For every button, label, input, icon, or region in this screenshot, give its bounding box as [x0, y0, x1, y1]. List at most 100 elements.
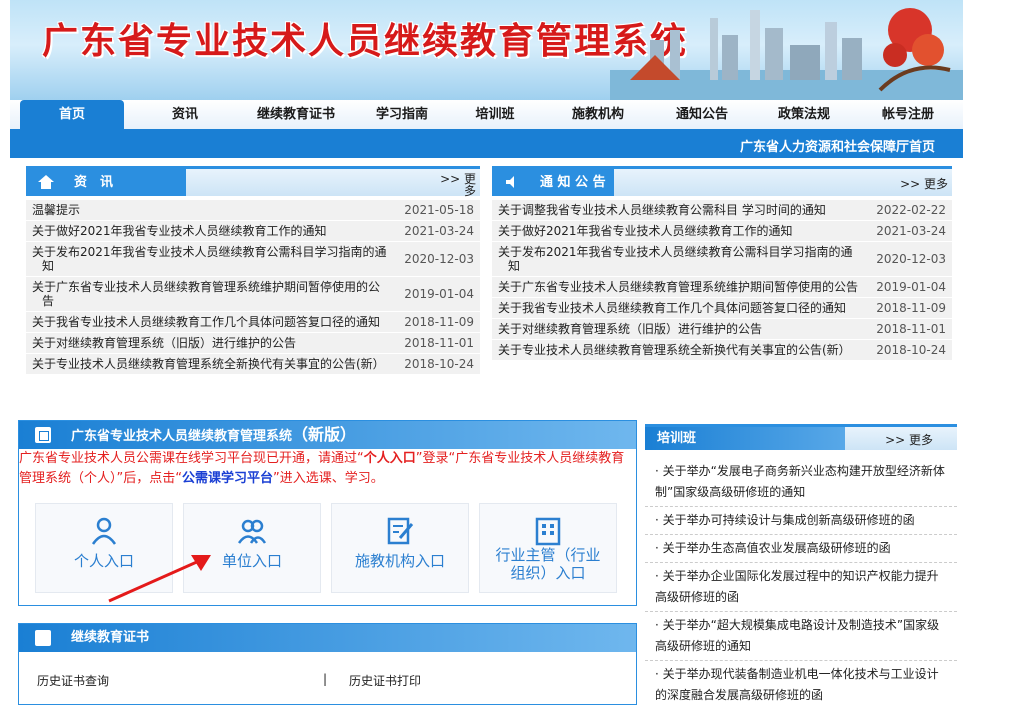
- news-title[interactable]: 关于对继续教育管理系统（旧版）进行维护的公告: [32, 336, 390, 350]
- training-panel: 培训班 >> 更多 · 关于举办“发展电子商务新兴业态构建开放型经济新体制”国家…: [645, 424, 957, 705]
- notices-panel: 通 知 公 告 >> 更多 关于调整我省专业技术人员继续教育公需科目 学习时间的…: [492, 166, 952, 410]
- site-title: 广东省专业技术人员继续教育管理系统: [42, 20, 689, 62]
- news-row[interactable]: 关于做好2021年我省专业技术人员继续教育工作的通知 2021-03-24: [26, 221, 480, 242]
- news-title[interactable]: 关于我省专业技术人员继续教育工作几个具体问题答复口径的通知: [32, 315, 390, 329]
- notice-date: 2020-12-03: [876, 252, 946, 266]
- training-item[interactable]: · 关于举办企业国际化发展过程中的知识产权能力提升高级研修班的函: [645, 563, 957, 612]
- cert-query-link[interactable]: 历史证书查询: [37, 672, 109, 689]
- nav-item-institutions[interactable]: 施教机构: [558, 100, 638, 129]
- notices-more-link[interactable]: >> 更多: [900, 178, 948, 190]
- news-panel-header: 资 讯 >> 更多: [26, 166, 480, 197]
- hrss-home-link[interactable]: 广东省人力资源和社会保障厅首页: [740, 136, 935, 155]
- notice-row[interactable]: 关于对继续教育管理系统（旧版）进行维护的公告 2018-11-01: [492, 319, 952, 340]
- nav-item-news[interactable]: 资讯: [150, 100, 220, 129]
- news-title[interactable]: 关于发布2021年我省专业技术人员继续教育公需科目学习指南的通知: [32, 245, 390, 273]
- notice-row[interactable]: 关于广东省专业技术人员继续教育管理系统维护期间暂停使用的公告 2019-01-04: [492, 277, 952, 298]
- notices-panel-title: 通 知 公 告: [540, 175, 606, 190]
- person-icon: [91, 517, 117, 545]
- system-box-header: 广东省专业技术人员继续教育管理系统（新版）: [19, 421, 636, 449]
- news-date: 2019-01-04: [404, 287, 474, 301]
- notice-row[interactable]: 关于做好2021年我省专业技术人员继续教育工作的通知 2021-03-24: [492, 221, 952, 242]
- news-panel: 资 讯 >> 更多 温馨提示 2021-05-18 关于做好2021年我省专业技术人…: [26, 166, 480, 410]
- notices-panel-header: 通 知 公 告 >> 更多: [492, 166, 952, 196]
- desc-personal-entry: 个人入口: [363, 451, 416, 466]
- desc-text-1: 广东省专业技术人员公需课在线学习平台现已开通，请通过“: [19, 451, 364, 466]
- notice-row[interactable]: 关于调整我省专业技术人员继续教育公需科目 学习时间的通知 2022-02-22: [492, 200, 952, 221]
- notice-date: 2018-10-24: [876, 343, 946, 357]
- banner: 广东省专业技术人员继续教育管理系统: [10, 0, 963, 100]
- news-row[interactable]: 关于专业技术人员继续教育管理系统全新换代有关事宜的公告(新） 2018-10-24: [26, 354, 480, 375]
- notice-title[interactable]: 关于做好2021年我省专业技术人员继续教育工作的通知: [498, 224, 862, 238]
- notice-title[interactable]: 关于调整我省专业技术人员继续教育公需科目 学习时间的通知: [498, 203, 862, 217]
- news-row[interactable]: 关于对继续教育管理系统（旧版）进行维护的公告 2018-11-01: [26, 333, 480, 354]
- notice-row[interactable]: 关于发布2021年我省专业技术人员继续教育公需科目学习指南的通知 2020-12-…: [492, 242, 952, 277]
- notice-date: 2018-11-09: [876, 301, 946, 315]
- nav-item-training[interactable]: 培训班: [462, 100, 528, 129]
- notice-title[interactable]: 关于专业技术人员继续教育管理系统全新换代有关事宜的公告(新）: [498, 343, 862, 357]
- news-date: 2018-11-09: [404, 315, 474, 329]
- notice-title[interactable]: 关于广东省专业技术人员继续教育管理系统维护期间暂停使用的公告: [498, 280, 862, 294]
- speaker-icon: [506, 176, 514, 188]
- training-item[interactable]: · 关于举办现代装备制造业机电一体化技术与工业设计的深度融合发展高级研修班的函: [645, 661, 957, 705]
- nav-item-certificate[interactable]: 继续教育证书: [242, 100, 350, 129]
- page: 广东省专业技术人员继续教育管理系统 首页 资讯 继续教育证书 学习指南 培训班 …: [0, 0, 1015, 705]
- news-row[interactable]: 温馨提示 2021-05-18: [26, 200, 480, 221]
- certificate-box-title: 继续教育证书: [71, 630, 150, 645]
- news-list: 温馨提示 2021-05-18 关于做好2021年我省专业技术人员继续教育工作的通知…: [26, 200, 480, 375]
- nav-item-study-guide[interactable]: 学习指南: [358, 100, 446, 129]
- news-title[interactable]: 关于专业技术人员继续教育管理系统全新换代有关事宜的公告(新）: [32, 357, 390, 371]
- news-date: 2021-03-24: [404, 224, 474, 238]
- nav-item-policies[interactable]: 政策法规: [764, 100, 844, 129]
- industry-entry-label: 行业主管（行业组织）入口: [495, 546, 601, 582]
- notices-list: 关于调整我省专业技术人员继续教育公需科目 学习时间的通知 2022-02-22 关于…: [492, 200, 952, 361]
- sub-bar: 广东省人力资源和社会保障厅首页: [10, 132, 963, 158]
- city-skyline-illustration: [610, 8, 963, 100]
- system-box-title-suffix: （新版）: [292, 425, 357, 444]
- news-title[interactable]: 关于广东省专业技术人员继续教育管理系统维护期间暂停使用的公告: [32, 280, 390, 308]
- industry-entry-button[interactable]: 行业主管（行业组织）入口: [479, 503, 617, 593]
- training-more-link[interactable]: >> 更多: [885, 431, 933, 448]
- training-panel-header: 培训班 >> 更多: [645, 424, 957, 450]
- nav-item-register[interactable]: 帐号注册: [868, 100, 948, 129]
- nav-item-home[interactable]: 首页: [20, 100, 124, 129]
- news-more-link[interactable]: >> 更多: [436, 173, 476, 197]
- document-icon: [35, 630, 51, 646]
- notice-date: 2021-03-24: [876, 224, 946, 238]
- training-item[interactable]: · 关于举办可持续设计与集成创新高级研修班的函: [645, 507, 957, 535]
- notice-title[interactable]: 关于发布2021年我省专业技术人员继续教育公需科目学习指南的通知: [498, 245, 862, 273]
- training-item[interactable]: · 关于举办“超大规模集成电路设计及制造技术”国家级高级研修班的通知: [645, 612, 957, 661]
- notice-date: 2022-02-22: [876, 203, 946, 217]
- news-title[interactable]: 温馨提示: [32, 203, 390, 217]
- document-icon: [35, 427, 51, 443]
- pointer-arrow: [108, 555, 211, 603]
- notice-date: 2019-01-04: [876, 280, 946, 294]
- cert-separator: |: [323, 672, 328, 686]
- news-row[interactable]: 关于广东省专业技术人员继续教育管理系统维护期间暂停使用的公告 2019-01-04: [26, 277, 480, 312]
- desc-text-3: ”进入选课、学习。: [273, 471, 384, 486]
- certificate-box: 继续教育证书 历史证书查询 | 历史证书打印: [18, 623, 637, 705]
- notice-title[interactable]: 关于对继续教育管理系统（旧版）进行维护的公告: [498, 322, 862, 336]
- training-item[interactable]: · 关于举办“发展电子商务新兴业态构建开放型经济新体制”国家级高级研修班的通知: [645, 458, 957, 507]
- institution-entry-button[interactable]: 施教机构入口: [331, 503, 469, 593]
- news-title[interactable]: 关于做好2021年我省专业技术人员继续教育工作的通知: [32, 224, 390, 238]
- notice-row[interactable]: 关于我省专业技术人员继续教育工作几个具体问题答复口径的通知 2018-11-09: [492, 298, 952, 319]
- news-row[interactable]: 关于发布2021年我省专业技术人员继续教育公需科目学习指南的通知 2020-12-…: [26, 242, 480, 277]
- edit-document-icon: [387, 517, 414, 545]
- building-icon: [535, 517, 561, 546]
- notice-title[interactable]: 关于我省专业技术人员继续教育工作几个具体问题答复口径的通知: [498, 301, 862, 315]
- notice-date: 2018-11-01: [876, 322, 946, 336]
- system-description: 广东省专业技术人员公需课在线学习平台现已开通，请通过“个人入口”登录“广东省专业…: [19, 449, 635, 489]
- news-panel-title: 资 讯: [74, 175, 114, 190]
- news-date: 2018-10-24: [404, 357, 474, 371]
- training-list: · 关于举办“发展电子商务新兴业态构建开放型经济新体制”国家级高级研修班的通知 ·…: [645, 458, 957, 705]
- institution-entry-label: 施教机构入口: [354, 552, 445, 570]
- training-item[interactable]: · 关于举办生态高值农业发展高级研修班的函: [645, 535, 957, 563]
- training-panel-title: 培训班: [645, 427, 845, 450]
- notice-row[interactable]: 关于专业技术人员继续教育管理系统全新换代有关事宜的公告(新） 2018-10-24: [492, 340, 952, 361]
- news-date: 2021-05-18: [404, 203, 474, 217]
- cert-print-link[interactable]: 历史证书打印: [349, 672, 421, 689]
- news-row[interactable]: 关于我省专业技术人员继续教育工作几个具体问题答复口径的通知 2018-11-09: [26, 312, 480, 333]
- system-box: 广东省专业技术人员继续教育管理系统（新版） 广东省专业技术人员公需课在线学习平台…: [18, 420, 637, 606]
- desc-platform-link: 公需课学习平台: [181, 471, 273, 486]
- nav-item-notices[interactable]: 通知公告: [662, 100, 742, 129]
